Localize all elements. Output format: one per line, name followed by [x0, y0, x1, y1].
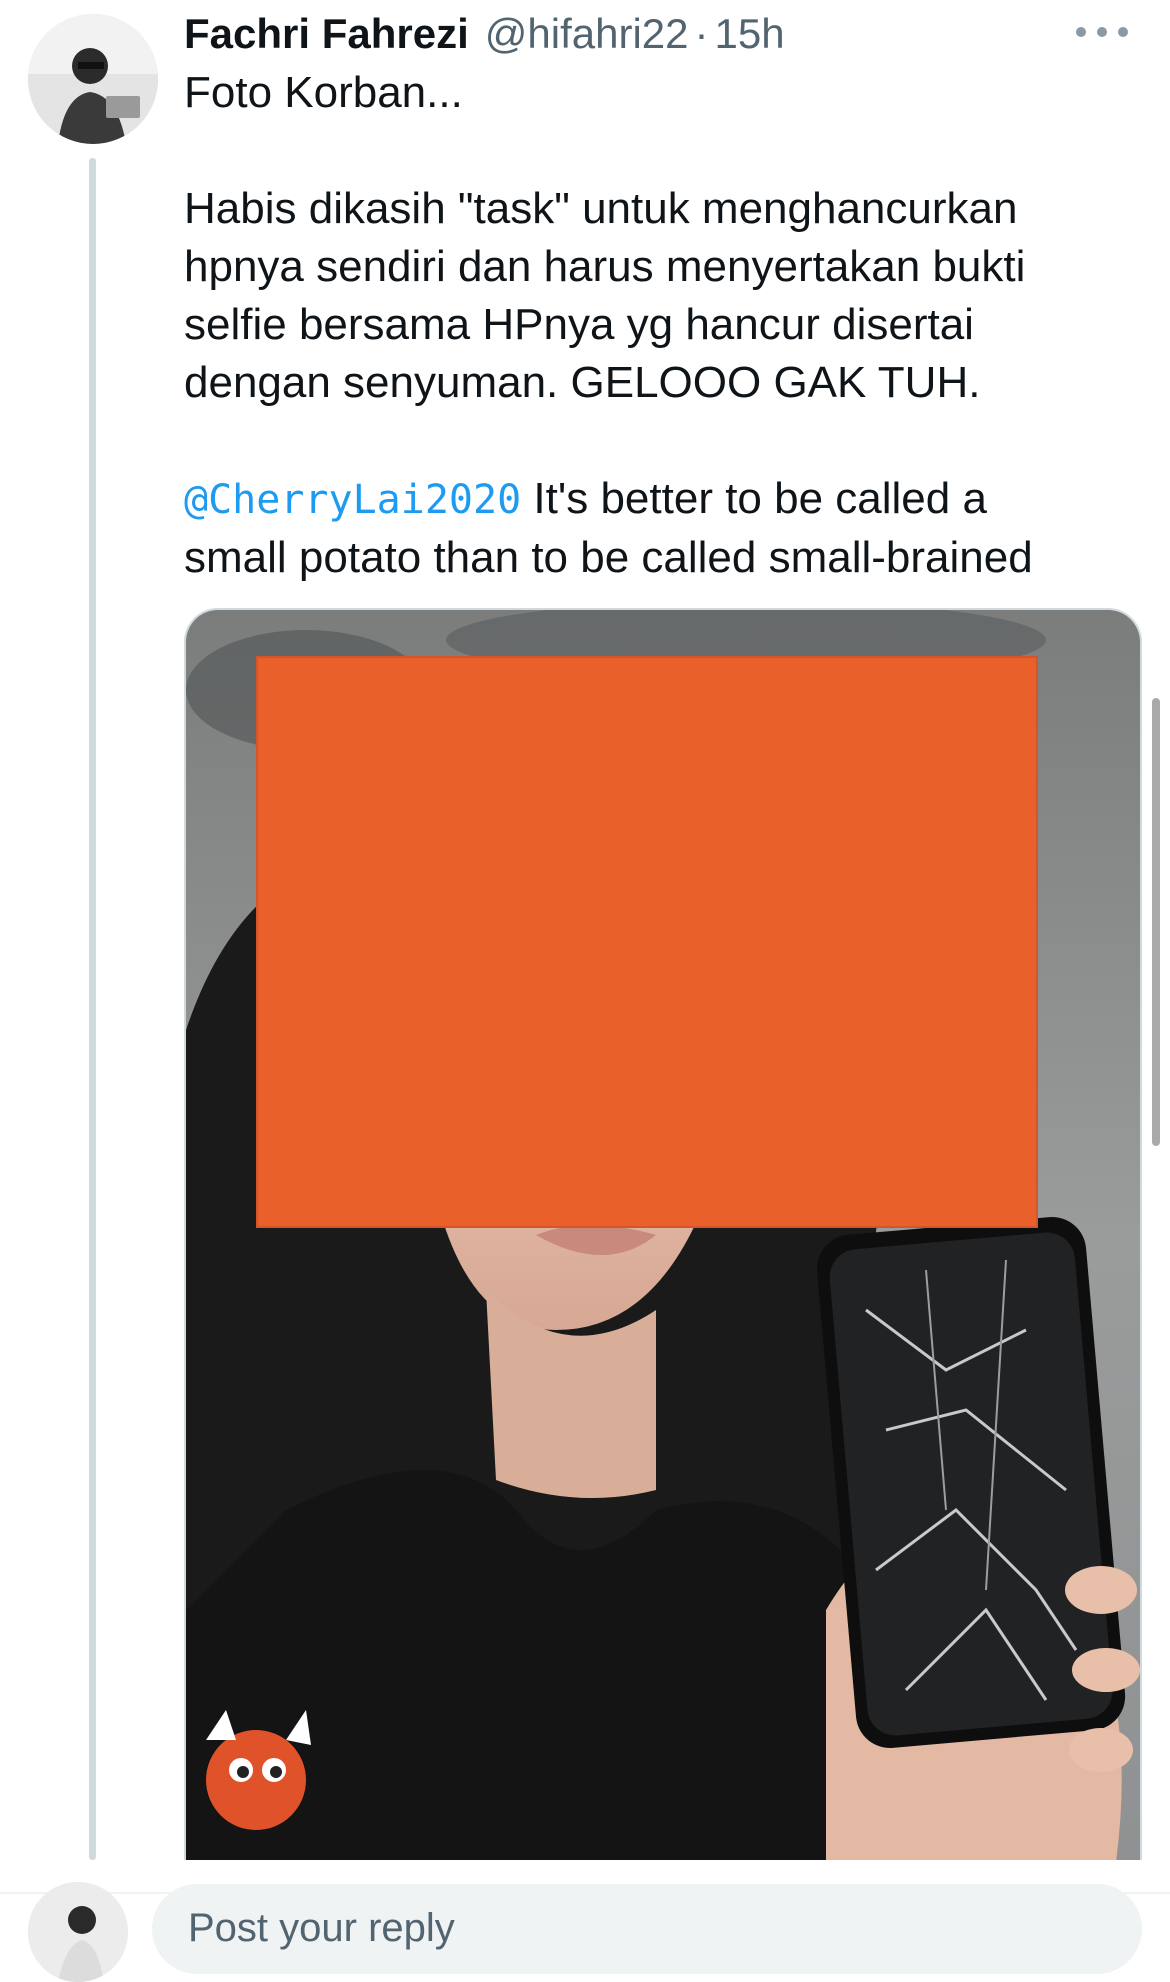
- scrollbar[interactable]: [1152, 698, 1160, 1146]
- mention-link[interactable]: @CherryLai2020: [184, 477, 521, 523]
- tweet-body: Foto Korban... Habis dikasih "task" untu…: [184, 64, 1084, 587]
- current-user-avatar[interactable]: [28, 1882, 128, 1982]
- tweet-text-line1: Foto Korban...: [184, 68, 463, 117]
- tweet-timestamp[interactable]: 15h: [715, 10, 785, 58]
- tweet-quote-line: @CherryLai2020 It's better to be called …: [184, 470, 1084, 587]
- thread-connector-line: [89, 158, 96, 1860]
- author-handle[interactable]: @hifahri22: [485, 10, 689, 58]
- photo-attachment[interactable]: [184, 608, 1142, 1860]
- header-separator: ·: [694, 10, 709, 57]
- tweet-text-paragraph: Habis dikasih "task" untuk menghancurkan…: [184, 184, 1026, 407]
- author-name[interactable]: Fachri Fahrezi: [184, 10, 469, 58]
- reply-input[interactable]: Post your reply: [152, 1884, 1142, 1974]
- redaction-box: [256, 656, 1038, 1228]
- reply-placeholder: Post your reply: [188, 1906, 455, 1950]
- author-avatar[interactable]: [28, 14, 158, 144]
- tweet-header: Fachri Fahrezi @hifahri22 · 15h: [184, 6, 1130, 62]
- more-horizontal-icon[interactable]: [1076, 18, 1128, 46]
